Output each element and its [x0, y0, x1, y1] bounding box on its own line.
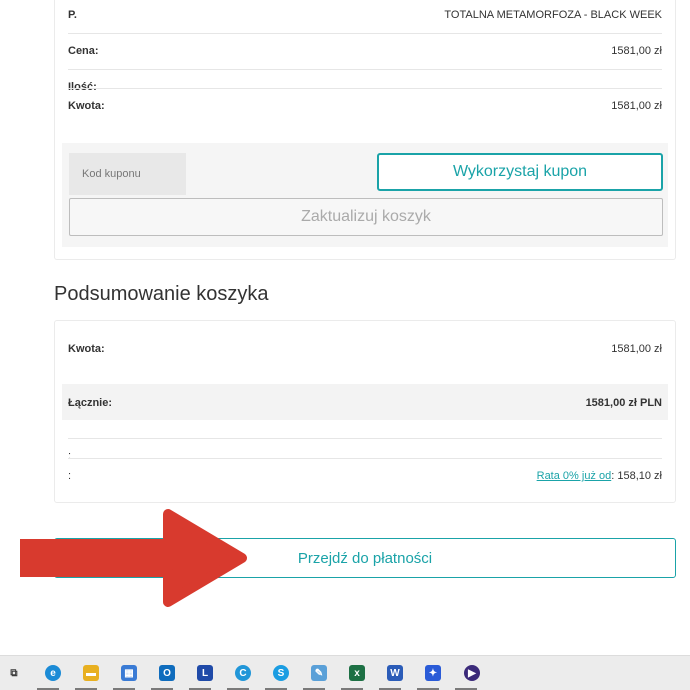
task-view-icon[interactable]: ⧉: [6, 665, 22, 681]
excel-icon[interactable]: x: [349, 665, 365, 681]
word-icon[interactable]: W: [387, 665, 403, 681]
red-arrow-annotation: [20, 509, 247, 607]
divider: [68, 69, 662, 70]
total-band: [62, 384, 668, 420]
cart-summary-title: Podsumowanie koszyka: [54, 283, 269, 305]
divider: [68, 88, 662, 89]
paint-icon[interactable]: ✎: [311, 665, 327, 681]
amount-value: 1581,00 zł: [611, 100, 662, 112]
coupon-area: Wykorzystaj kupon Zaktualizuj koszyk: [62, 143, 668, 247]
windows-taskbar: ⧉ e ▬ ▦ O L C S ✎ x W ✦ ▶: [0, 655, 690, 690]
installment-info: Rata 0% już od: 158,10 zł: [537, 470, 662, 482]
cart-summary: Kwota: 1581,00 zł Łącznie: 1581,00 zł PL…: [54, 320, 676, 503]
edge-icon[interactable]: e: [45, 665, 61, 681]
copilot-icon[interactable]: C: [235, 665, 251, 681]
arrow-shape: [20, 509, 247, 607]
empty-label: :: [68, 450, 72, 462]
product-label: P.: [68, 9, 77, 21]
total-label: Łącznie:: [68, 397, 113, 409]
app-blue-icon[interactable]: ✦: [425, 665, 441, 681]
product-name-link[interactable]: TOTALNA METAMORFOZA - BLACK WEEK: [444, 9, 662, 21]
file-explorer-icon[interactable]: ▬: [83, 665, 99, 681]
total-value: 1581,00 zł PLN: [585, 397, 662, 409]
apply-coupon-button[interactable]: Wykorzystaj kupon: [377, 153, 663, 191]
coupon-code-input[interactable]: [69, 153, 186, 195]
update-cart-button[interactable]: Zaktualizuj koszyk: [69, 198, 663, 236]
microsoft-store-icon[interactable]: ▦: [121, 665, 137, 681]
l-app-icon[interactable]: L: [197, 665, 213, 681]
installment-label: :: [68, 470, 72, 482]
installment-value: : 158,10 zł: [611, 470, 662, 482]
divider: [68, 438, 662, 439]
divider: [68, 33, 662, 34]
divider: [68, 458, 662, 459]
outlook-icon[interactable]: O: [159, 665, 175, 681]
quantity-label: Ilość:: [68, 81, 97, 93]
price-label: Cena:: [68, 45, 99, 57]
media-player-icon[interactable]: ▶: [464, 665, 480, 681]
cart-table: P. TOTALNA METAMORFOZA - BLACK WEEK Cena…: [54, 0, 676, 260]
price-value: 1581,00 zł: [611, 45, 662, 57]
summary-amount-value: 1581,00 zł: [611, 343, 662, 355]
summary-amount-label: Kwota:: [68, 343, 105, 355]
skype-icon[interactable]: S: [273, 665, 289, 681]
amount-label: Kwota:: [68, 100, 105, 112]
installment-link[interactable]: Rata 0% już od: [537, 470, 612, 482]
